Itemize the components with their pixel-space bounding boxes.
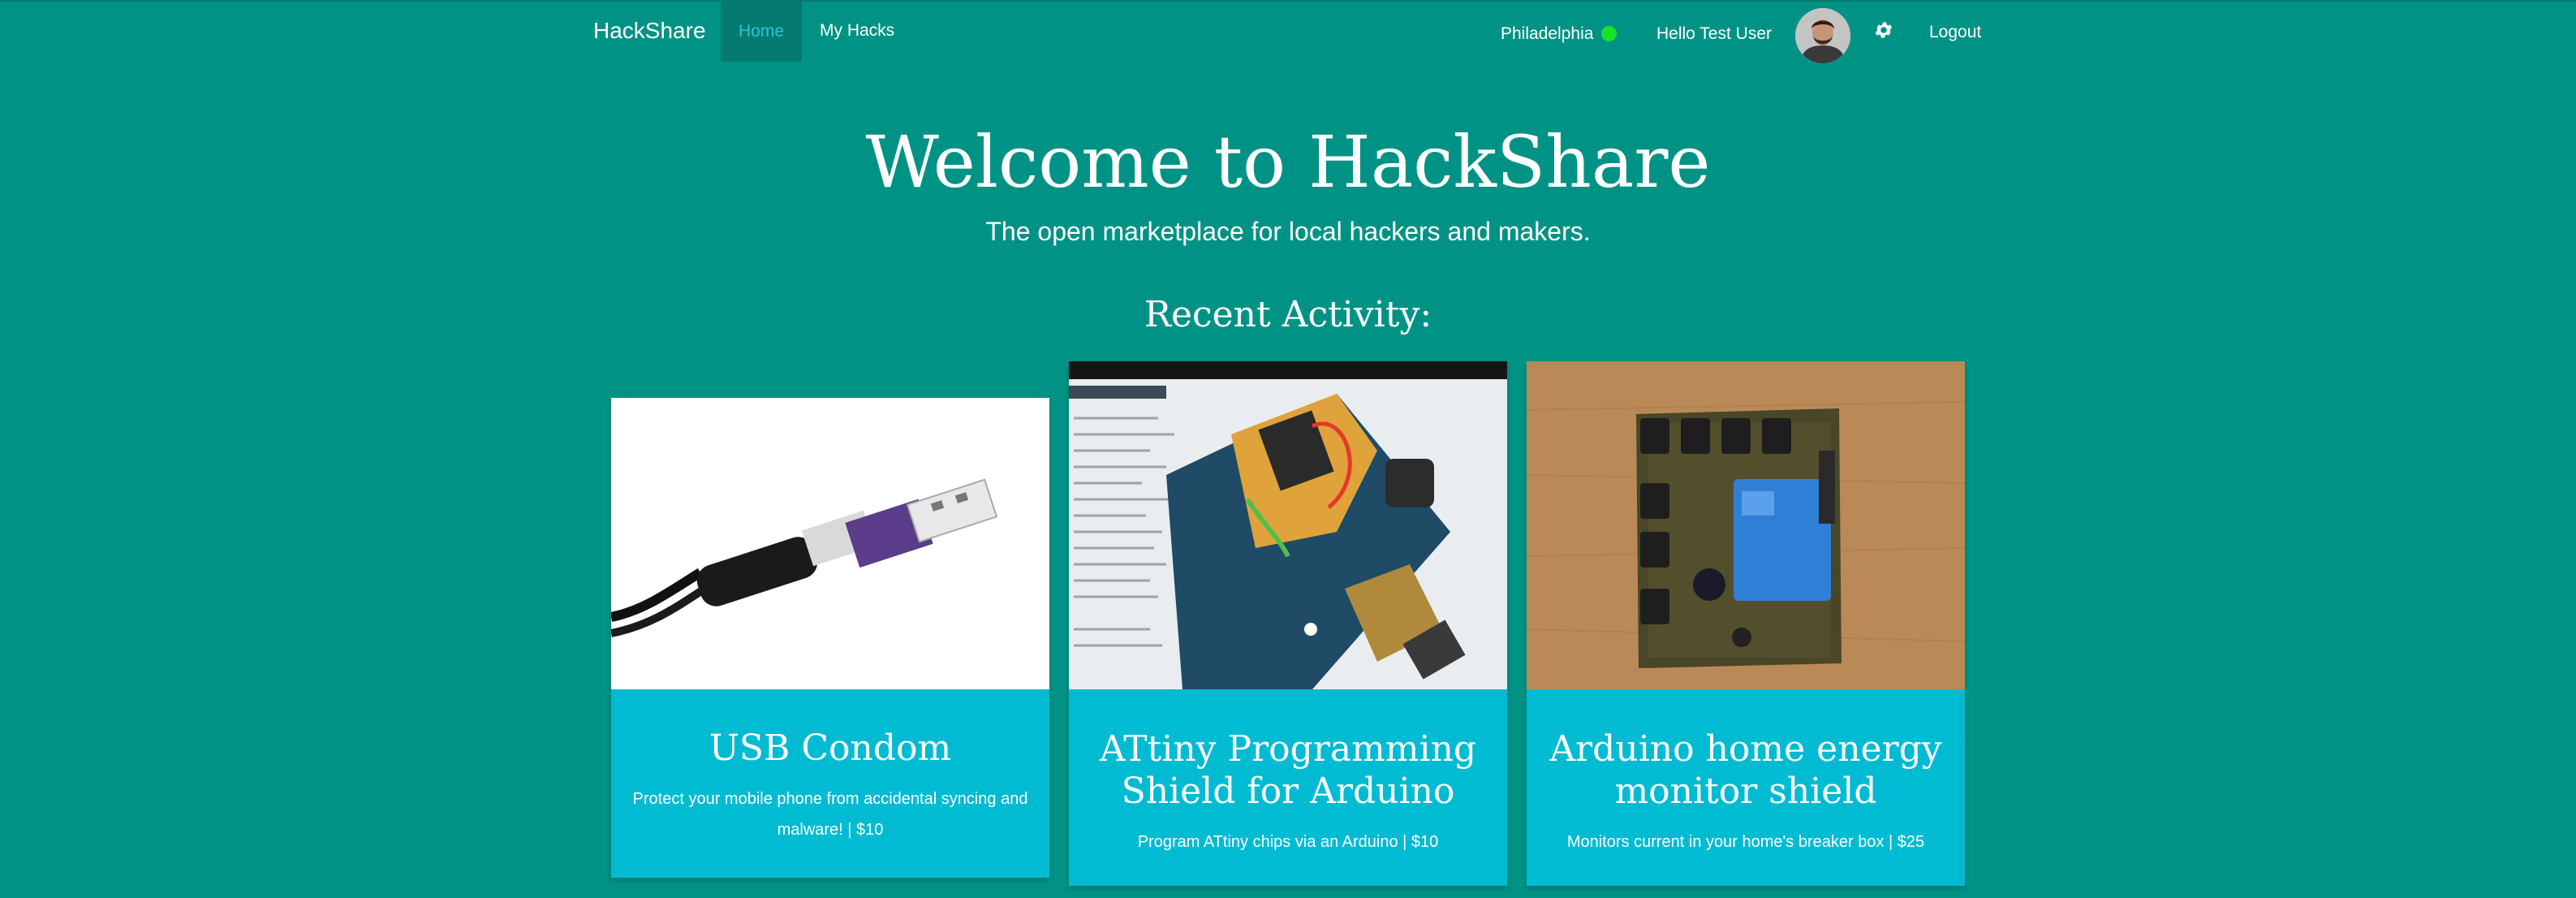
card-title: ATtiny Programming Shield for Arduino bbox=[1099, 728, 1477, 812]
location-link[interactable]: Philadelphia bbox=[1501, 24, 1593, 44]
energy-monitor-image bbox=[1527, 361, 1965, 689]
avatar-image bbox=[1795, 8, 1850, 63]
brand-link[interactable]: HackShare bbox=[593, 18, 706, 44]
recent-activity-heading: Recent Activity: bbox=[1144, 294, 1432, 335]
avatar[interactable] bbox=[1795, 8, 1850, 63]
page-subtitle: The open marketplace for local hackers a… bbox=[985, 217, 1591, 246]
attiny-shield-image bbox=[1069, 361, 1507, 689]
page-title: Welcome to HackShare bbox=[865, 120, 1711, 204]
user-greeting: Hello Test User bbox=[1656, 24, 1772, 43]
nav-my-hacks-link[interactable]: My Hacks bbox=[820, 21, 894, 41]
hack-card-attiny-shield[interactable]: ATtiny Programming Shield for Arduino Pr… bbox=[1069, 361, 1507, 886]
card-title: Arduino home energy monitor shield bbox=[1549, 728, 1942, 812]
card-title: USB Condom bbox=[709, 727, 952, 769]
hack-card-usb-condom[interactable]: USB Condom Protect your mobile phone fro… bbox=[611, 398, 1049, 878]
card-description: Monitors current in your home's breaker … bbox=[1566, 833, 1925, 851]
card-description: Protect your mobile phone from accidenta… bbox=[632, 790, 1028, 839]
hack-card-energy-monitor[interactable]: Arduino home energy monitor shield Monit… bbox=[1527, 361, 1965, 886]
online-status-dot bbox=[1601, 26, 1617, 41]
card-description: Program ATtiny chips via an Arduino | $1… bbox=[1137, 833, 1439, 851]
usb-condom-image bbox=[611, 398, 1049, 689]
navbar: HackShare Home My Hacks Philadelphia Hel… bbox=[0, 0, 2576, 63]
nav-home-link[interactable]: Home bbox=[721, 2, 802, 62]
gear-icon[interactable] bbox=[1873, 19, 1894, 41]
logout-link[interactable]: Logout bbox=[1929, 23, 1981, 42]
